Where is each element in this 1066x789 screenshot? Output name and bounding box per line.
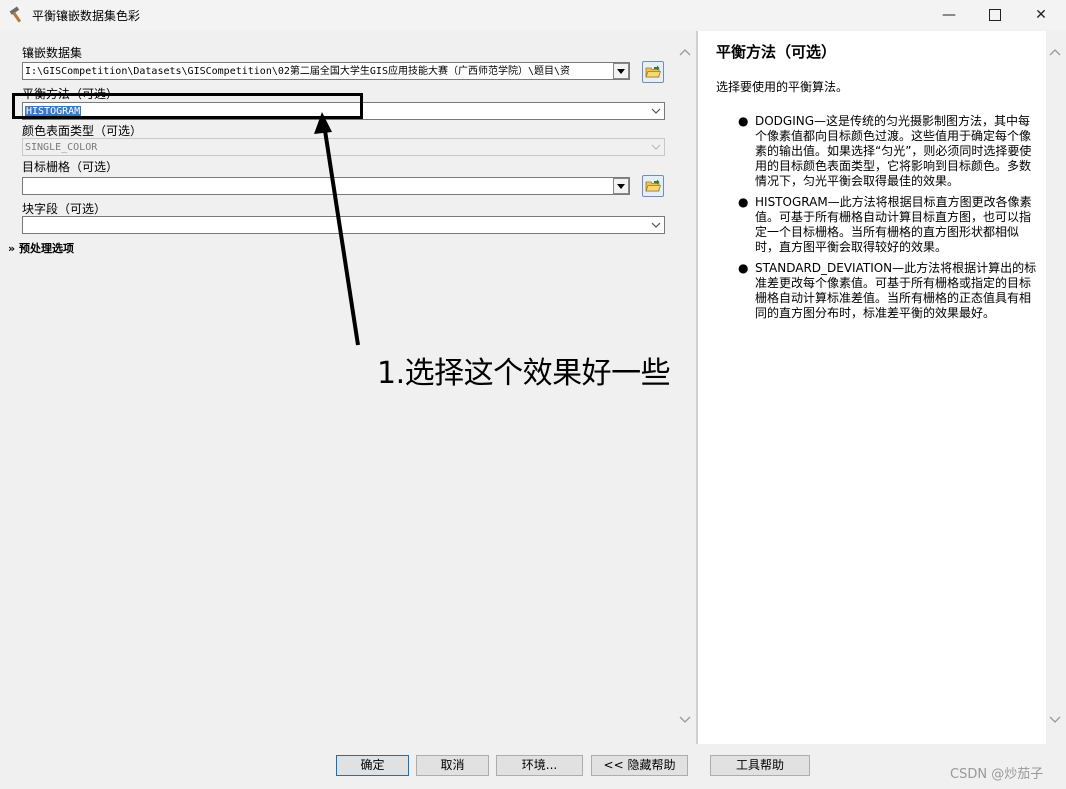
help-item-text: DODGING—这是传统的匀光摄影制图方法，其中每个像素值都向目标颜色过渡。这些… xyxy=(755,114,1032,188)
preprocess-options-label: 预处理选项 xyxy=(18,242,74,255)
annotation-text: 1.选择这个效果好一些 xyxy=(377,356,671,391)
target-raster-label: 目标栅格（可选） xyxy=(22,160,119,174)
scroll-down-icon[interactable] xyxy=(679,716,691,728)
mosaic-dataset-dropdown[interactable] xyxy=(613,63,629,79)
environments-button[interactable]: 环境... xyxy=(496,755,583,776)
browse-mosaic-button[interactable] xyxy=(642,61,664,83)
chevron-down-icon xyxy=(651,222,661,228)
chevron-down-icon xyxy=(617,183,625,189)
help-intro: 选择要使用的平衡算法。 xyxy=(716,80,849,94)
help-scrollbar[interactable] xyxy=(1046,34,1064,742)
bullet-icon: ● xyxy=(738,261,749,275)
open-folder-icon xyxy=(645,179,661,192)
help-panel: 平衡方法（可选） 选择要使用的平衡算法。 ● DODGING—这是传统的匀光摄影… xyxy=(698,31,1046,744)
maximize-button[interactable] xyxy=(972,0,1018,30)
chevron-down-icon xyxy=(651,108,661,114)
help-item-standard-deviation: ● STANDARD_DEVIATION—此方法将根据计算出的标准差更改每个像素… xyxy=(738,261,1038,321)
balance-method-dropdown[interactable] xyxy=(648,103,664,119)
block-field-dropdown[interactable] xyxy=(648,217,664,233)
color-surface-label: 颜色表面类型（可选） xyxy=(22,124,143,138)
color-surface-value: SINGLE_COLOR xyxy=(25,142,98,153)
tool-help-button[interactable]: 工具帮助 xyxy=(710,755,810,776)
open-folder-icon xyxy=(645,65,661,78)
bullet-icon: ● xyxy=(738,114,749,128)
chevron-down-icon xyxy=(617,68,625,74)
mosaic-dataset-input[interactable]: I:\GISCompetition\Datasets\GISCompetitio… xyxy=(22,62,630,80)
help-item-histogram: ● HISTOGRAM—此方法将根据目标直方图更改各像素值。可基于所有栅格自动计… xyxy=(738,195,1038,255)
chevron-down-icon xyxy=(651,144,661,150)
watermark: CSDN @炒茄子 xyxy=(950,767,1044,782)
minimize-icon: — xyxy=(942,7,956,23)
close-icon: ✕ xyxy=(1035,7,1047,23)
mosaic-dataset-label: 镶嵌数据集 xyxy=(22,46,83,60)
cancel-button[interactable]: 取消 xyxy=(416,755,489,776)
scroll-up-icon[interactable] xyxy=(1049,48,1061,60)
balance-method-value: HISTOGRAM xyxy=(25,106,82,117)
double-chevron-down-icon: » xyxy=(8,242,16,255)
maximize-icon xyxy=(989,9,1001,21)
help-item-dodging: ● DODGING—这是传统的匀光摄影制图方法，其中每个像素值都向目标颜色过渡。… xyxy=(738,114,1038,189)
balance-method-label: 平衡方法（可选） xyxy=(22,87,119,101)
preprocess-options-toggle[interactable]: » 预处理选项 xyxy=(8,240,74,256)
hide-help-button[interactable]: << 隐藏帮助 xyxy=(591,755,688,776)
annotation-arrow-icon xyxy=(314,112,360,346)
hammer-icon xyxy=(8,6,26,24)
color-surface-dropdown[interactable] xyxy=(648,139,664,155)
parameters-scrollbar[interactable] xyxy=(676,34,694,742)
browse-target-raster-button[interactable] xyxy=(642,175,664,197)
window-title: 平衡镶嵌数据集色彩 xyxy=(32,9,141,23)
title-bar: 平衡镶嵌数据集色彩 — ✕ xyxy=(0,0,1066,30)
help-list: ● DODGING—这是传统的匀光摄影制图方法，其中每个像素值都向目标颜色过渡。… xyxy=(738,114,1038,327)
help-item-text: HISTOGRAM—此方法将根据目标直方图更改各像素值。可基于所有栅格自动计算目… xyxy=(755,195,1032,254)
close-button[interactable]: ✕ xyxy=(1018,0,1064,30)
help-item-text: STANDARD_DEVIATION—此方法将根据计算出的标准差更改每个像素值。… xyxy=(755,261,1037,320)
scroll-up-icon[interactable] xyxy=(679,48,691,60)
target-raster-dropdown[interactable] xyxy=(613,178,629,194)
mosaic-dataset-value: I:\GISCompetition\Datasets\GISCompetitio… xyxy=(25,66,571,77)
bullet-icon: ● xyxy=(738,195,749,209)
scroll-down-icon[interactable] xyxy=(1049,716,1061,728)
help-title: 平衡方法（可选） xyxy=(716,43,837,61)
block-field-label: 块字段（可选） xyxy=(22,202,107,216)
minimize-button[interactable]: — xyxy=(926,0,972,30)
ok-button[interactable]: 确定 xyxy=(336,755,409,776)
